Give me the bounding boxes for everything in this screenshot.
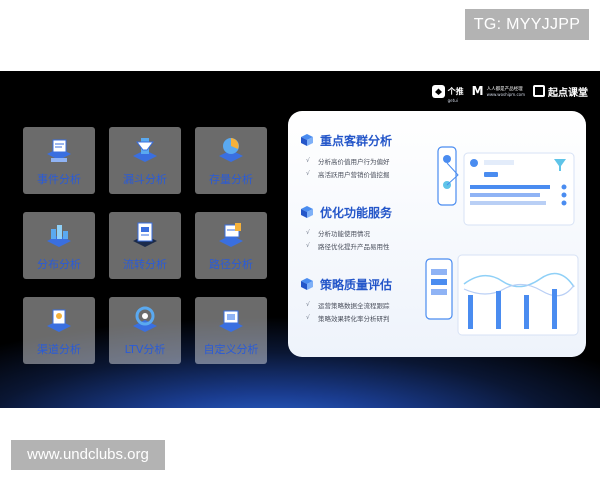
list-item-text: 高活跃用户营销价值挖掘 (318, 170, 390, 179)
dashboard-illustration (425, 146, 579, 336)
stock-analysis-icon (219, 138, 243, 162)
section-strategy-quality: 策略质量评估 √ 运营策略数据全流程跟踪 √ 策略效果转化率分析研判 (300, 275, 440, 324)
tile-channel-analysis[interactable]: 渠道分析 (23, 297, 95, 364)
check-icon: √ (306, 301, 310, 308)
analysis-tile-grid: 事件分析 漏斗分析 存量分析 分布分析 流转分析 路径分析 渠道分析 LTV分析… (23, 127, 273, 365)
qidian-logo-text: 起点课堂 (548, 87, 588, 99)
list-item-text: 路径优化提升产品易用性 (318, 242, 390, 251)
list-item: √ 高活跃用户营销价值挖掘 (306, 167, 440, 180)
avatar-icon (470, 159, 478, 167)
tile-label: LTV分析 (124, 343, 166, 356)
section-key-segments: 重点客群分析 √ 分析高价值用户行为偏好 √ 高活跃用户营销价值挖掘 (300, 131, 440, 180)
tile-custom-analysis[interactable]: 自定义分析 (195, 297, 267, 364)
getui-logo-text: 个推 (447, 87, 464, 96)
distribution-analysis-icon (47, 225, 71, 247)
channel-analysis-icon (47, 309, 71, 332)
list-item-text: 策略效果转化率分析研判 (318, 314, 390, 323)
woshipm-logo-mark: M (471, 84, 484, 98)
tile-label: 路径分析 (209, 258, 253, 271)
tile-label: 流转分析 (123, 258, 167, 271)
list-item: √ 路径优化提升产品易用性 (306, 239, 440, 252)
getui-logo: 个推 getui (431, 79, 464, 103)
woshipm-logo-text: 人人都是产品经理 (486, 86, 523, 92)
flow-analysis-icon (133, 222, 157, 247)
bar (552, 289, 557, 329)
tile-label: 分布分析 (37, 258, 81, 271)
list-item: √ 策略效果转化率分析研判 (306, 311, 440, 324)
list-item: √ 分析高价值用户行为偏好 (306, 154, 440, 167)
section-title: 优化功能服务 (320, 205, 393, 220)
tile-funnel-analysis[interactable]: 漏斗分析 (109, 127, 181, 194)
tile-label: 渠道分析 (37, 343, 81, 356)
tile-flow-analysis[interactable]: 流转分析 (109, 212, 181, 279)
check-icon: √ (306, 242, 310, 249)
tile-stock-analysis[interactable]: 存量分析 (195, 127, 267, 194)
getui-logo-icon (431, 84, 445, 98)
page: TG: MYYJJPP 个推 getui M 人人都是产品经理 www.wosh… (0, 0, 600, 480)
url-watermark: www.undclubs.org (11, 440, 165, 470)
tile-event-analysis[interactable]: 事件分析 (23, 127, 95, 194)
section-title: 重点客群分析 (320, 133, 393, 148)
section-title: 策略质量评估 (320, 277, 393, 292)
woshipm-logo-sub: www.woshipm.com (486, 91, 525, 97)
check-icon: √ (306, 314, 310, 321)
tile-label: 漏斗分析 (123, 173, 167, 186)
qidian-logo-icon (533, 85, 545, 97)
tile-label: 事件分析 (37, 173, 81, 186)
ltv-analysis-icon (133, 306, 157, 332)
tile-label: 存量分析 (209, 173, 253, 186)
map-pin-icon (443, 155, 451, 163)
tile-path-analysis[interactable]: 路径分析 (195, 212, 267, 279)
check-icon: √ (306, 157, 310, 164)
custom-analysis-icon (219, 310, 243, 332)
check-icon: √ (306, 229, 310, 236)
list-item-text: 分析功能使用情况 (318, 229, 370, 238)
feature-panel: 重点客群分析 √ 分析高价值用户行为偏好 √ 高活跃用户营销价值挖掘 优化功能服务 … (288, 111, 586, 357)
bar (496, 291, 501, 329)
funnel-analysis-icon (133, 138, 157, 162)
getui-logo-sub: getui (447, 98, 458, 103)
list-item-text: 运营策略数据全流程跟踪 (318, 301, 390, 310)
tile-distribution-analysis[interactable]: 分布分析 (23, 212, 95, 279)
presentation-slide: 个推 getui M 人人都是产品经理 www.woshipm.com 起点课堂… (0, 71, 600, 408)
list-item-text: 分析高价值用户行为偏好 (318, 157, 390, 166)
logo-bar: 个推 getui M 人人都是产品经理 www.woshipm.com 起点课堂 (431, 83, 588, 103)
tile-ltv-analysis[interactable]: LTV分析 (109, 297, 181, 364)
list-item: √ 分析功能使用情况 (306, 226, 440, 239)
bar (524, 295, 529, 329)
list-item: √ 运营策略数据全流程跟踪 (306, 298, 440, 311)
cube-icon (301, 278, 313, 290)
tg-watermark: TG: MYYJJPP (465, 9, 589, 40)
cube-icon (301, 206, 313, 218)
qidian-logo: 起点课堂 (533, 84, 588, 99)
check-icon: √ (306, 170, 310, 177)
event-analysis-icon (47, 139, 71, 162)
tile-label: 自定义分析 (203, 343, 259, 356)
bar (468, 295, 473, 329)
section-optimize-features: 优化功能服务 √ 分析功能使用情况 √ 路径优化提升产品易用性 (300, 203, 440, 252)
cube-icon (301, 134, 313, 146)
path-analysis-icon (219, 223, 243, 247)
woshipm-logo: M 人人都是产品经理 www.woshipm.com (472, 84, 525, 98)
